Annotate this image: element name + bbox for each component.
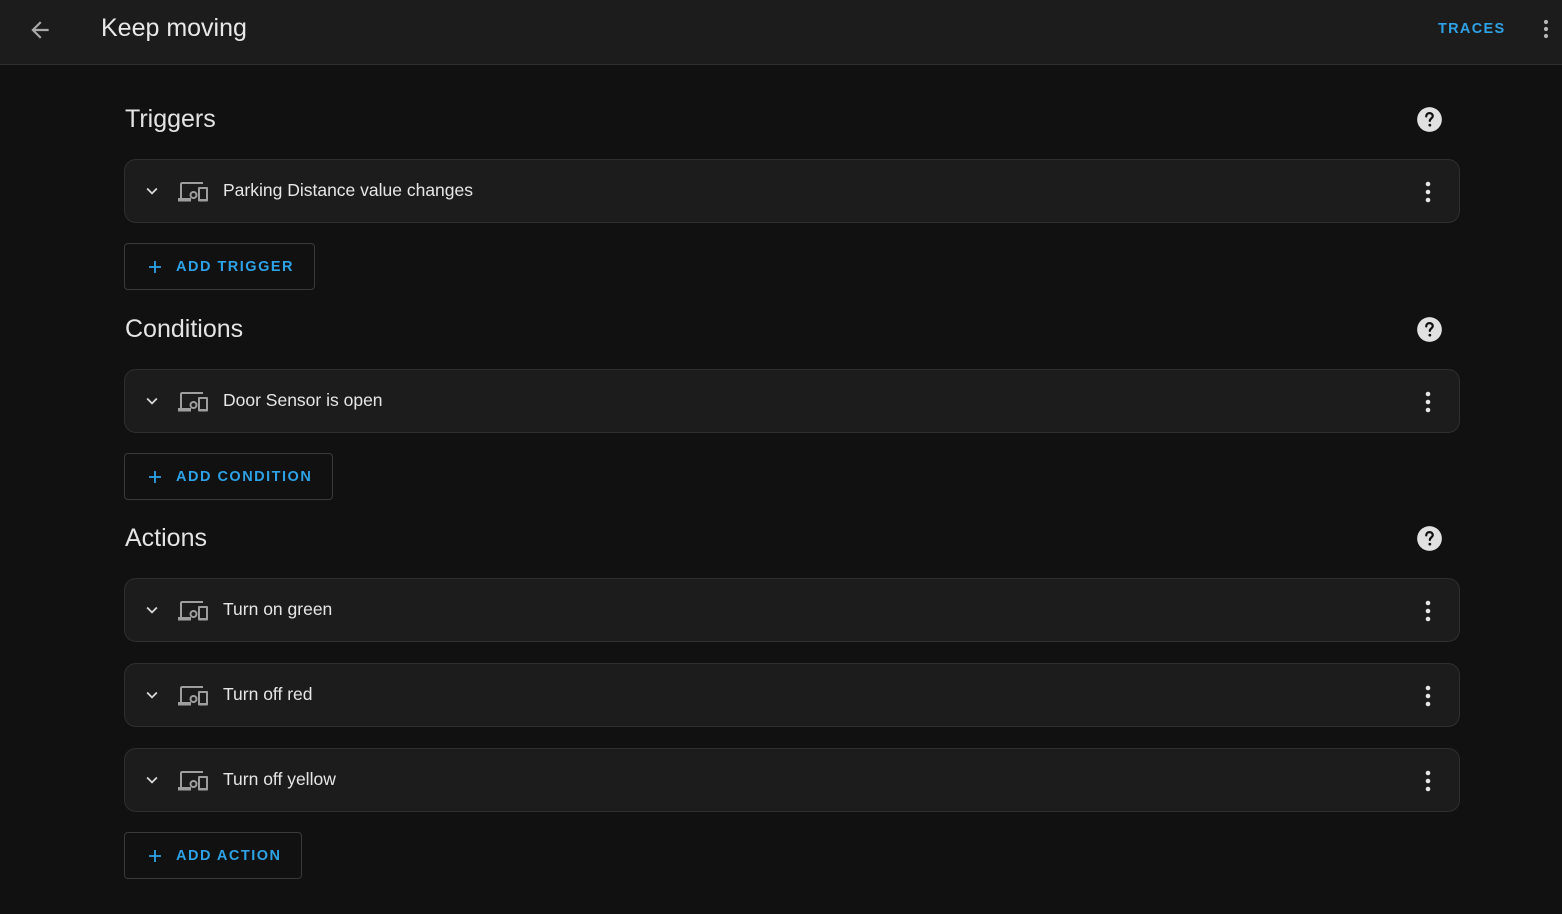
action-card[interactable]: Turn off yellow [124,748,1460,812]
dots-vertical-icon [1543,19,1549,39]
devices-icon [178,771,208,791]
action-label: Turn on green [223,599,333,619]
chevron-down-icon[interactable] [141,769,163,791]
add-condition-label: ADD CONDITION [176,468,313,485]
dots-vertical-icon[interactable] [1416,766,1440,796]
help-circle-icon[interactable] [1416,106,1443,133]
condition-label: Door Sensor is open [223,390,383,410]
dots-vertical-icon[interactable] [1416,681,1440,711]
section-title-triggers: Triggers [125,105,216,133]
dots-vertical-icon[interactable] [1416,596,1440,626]
action-label: Turn off yellow [223,769,336,789]
add-trigger-button[interactable]: ADD TRIGGER [124,243,315,290]
devices-icon [178,182,208,202]
page-title: Keep moving [101,14,247,42]
devices-icon [178,392,208,412]
help-circle-icon[interactable] [1416,525,1443,552]
plus-icon [149,260,161,273]
trigger-label: Parking Distance value changes [223,180,474,200]
devices-icon [178,601,208,621]
trigger-card[interactable]: Parking Distance value changes [124,159,1460,223]
dots-vertical-icon[interactable] [1416,177,1440,207]
top-app-bar: Keep moving TRACES [0,0,1562,65]
back-button[interactable] [22,12,58,48]
action-card[interactable]: Turn off red [124,663,1460,727]
chevron-down-icon[interactable] [141,390,163,412]
action-card[interactable]: Turn on green [124,578,1460,642]
chevron-down-icon[interactable] [141,599,163,621]
add-condition-button[interactable]: ADD CONDITION [124,453,334,500]
help-circle-icon[interactable] [1416,316,1443,343]
add-action-button[interactable]: ADD ACTION [124,832,303,879]
arrow-left-icon [31,21,49,39]
chevron-down-icon[interactable] [141,180,163,202]
plus-icon [149,470,161,483]
section-title-conditions: Conditions [125,315,244,343]
dots-vertical-icon[interactable] [1416,387,1440,417]
plus-icon [149,849,161,862]
devices-icon [178,686,208,706]
condition-card[interactable]: Door Sensor is open [124,369,1460,433]
add-trigger-label: ADD TRIGGER [176,258,294,275]
add-action-label: ADD ACTION [176,847,282,864]
traces-button[interactable]: TRACES [1425,14,1518,44]
chevron-down-icon[interactable] [141,684,163,706]
section-title-actions: Actions [125,524,207,552]
action-label: Turn off red [223,684,313,704]
overflow-menu-button[interactable] [1532,12,1560,46]
